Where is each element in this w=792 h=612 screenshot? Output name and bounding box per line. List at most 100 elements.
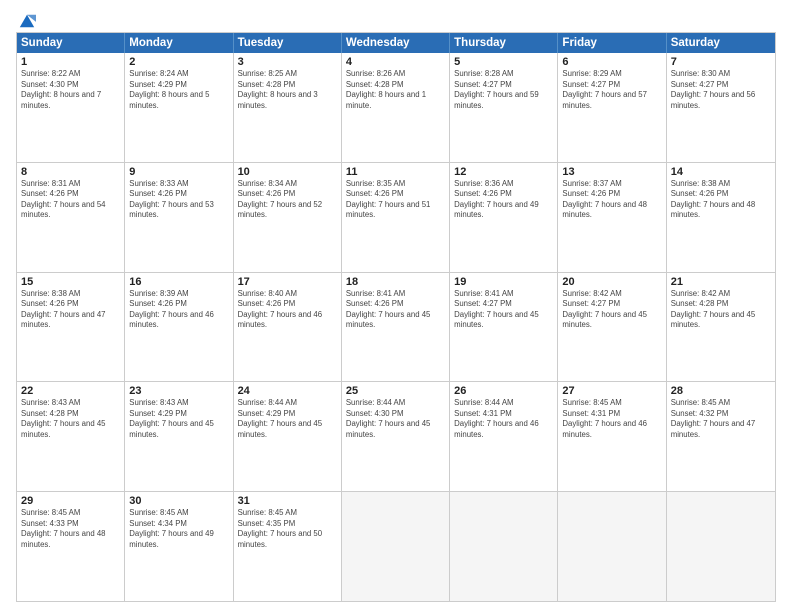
calendar-cell <box>558 492 666 601</box>
logo <box>16 12 36 26</box>
day-info: Sunrise: 8:38 AMSunset: 4:26 PMDaylight:… <box>671 179 771 221</box>
calendar-header: SundayMondayTuesdayWednesdayThursdayFrid… <box>17 33 775 53</box>
header-day-sunday: Sunday <box>17 33 125 53</box>
header-day-thursday: Thursday <box>450 33 558 53</box>
day-number: 31 <box>238 495 337 507</box>
day-number: 15 <box>21 276 120 288</box>
day-number: 22 <box>21 385 120 397</box>
day-info: Sunrise: 8:41 AMSunset: 4:27 PMDaylight:… <box>454 289 553 331</box>
calendar-cell: 28Sunrise: 8:45 AMSunset: 4:32 PMDayligh… <box>667 382 775 491</box>
day-number: 2 <box>129 56 228 68</box>
header-day-monday: Monday <box>125 33 233 53</box>
calendar-cell: 25Sunrise: 8:44 AMSunset: 4:30 PMDayligh… <box>342 382 450 491</box>
day-number: 16 <box>129 276 228 288</box>
calendar-row-2: 8Sunrise: 8:31 AMSunset: 4:26 PMDaylight… <box>17 163 775 273</box>
day-info: Sunrise: 8:24 AMSunset: 4:29 PMDaylight:… <box>129 69 228 111</box>
calendar-cell: 20Sunrise: 8:42 AMSunset: 4:27 PMDayligh… <box>558 273 666 382</box>
day-info: Sunrise: 8:39 AMSunset: 4:26 PMDaylight:… <box>129 289 228 331</box>
calendar-cell: 11Sunrise: 8:35 AMSunset: 4:26 PMDayligh… <box>342 163 450 272</box>
day-info: Sunrise: 8:42 AMSunset: 4:28 PMDaylight:… <box>671 289 771 331</box>
calendar-cell: 22Sunrise: 8:43 AMSunset: 4:28 PMDayligh… <box>17 382 125 491</box>
day-number: 17 <box>238 276 337 288</box>
calendar-cell: 23Sunrise: 8:43 AMSunset: 4:29 PMDayligh… <box>125 382 233 491</box>
calendar-cell: 15Sunrise: 8:38 AMSunset: 4:26 PMDayligh… <box>17 273 125 382</box>
calendar-row-4: 22Sunrise: 8:43 AMSunset: 4:28 PMDayligh… <box>17 382 775 492</box>
day-info: Sunrise: 8:36 AMSunset: 4:26 PMDaylight:… <box>454 179 553 221</box>
day-info: Sunrise: 8:44 AMSunset: 4:30 PMDaylight:… <box>346 398 445 440</box>
calendar-cell: 13Sunrise: 8:37 AMSunset: 4:26 PMDayligh… <box>558 163 666 272</box>
day-info: Sunrise: 8:31 AMSunset: 4:26 PMDaylight:… <box>21 179 120 221</box>
calendar-cell: 26Sunrise: 8:44 AMSunset: 4:31 PMDayligh… <box>450 382 558 491</box>
calendar-cell: 29Sunrise: 8:45 AMSunset: 4:33 PMDayligh… <box>17 492 125 601</box>
day-number: 19 <box>454 276 553 288</box>
calendar-cell: 31Sunrise: 8:45 AMSunset: 4:35 PMDayligh… <box>234 492 342 601</box>
calendar-cell: 10Sunrise: 8:34 AMSunset: 4:26 PMDayligh… <box>234 163 342 272</box>
day-info: Sunrise: 8:43 AMSunset: 4:28 PMDaylight:… <box>21 398 120 440</box>
header-day-wednesday: Wednesday <box>342 33 450 53</box>
day-info: Sunrise: 8:44 AMSunset: 4:29 PMDaylight:… <box>238 398 337 440</box>
calendar-body: 1Sunrise: 8:22 AMSunset: 4:30 PMDaylight… <box>17 53 775 601</box>
day-number: 27 <box>562 385 661 397</box>
day-number: 20 <box>562 276 661 288</box>
day-number: 21 <box>671 276 771 288</box>
calendar-cell: 14Sunrise: 8:38 AMSunset: 4:26 PMDayligh… <box>667 163 775 272</box>
calendar-cell: 17Sunrise: 8:40 AMSunset: 4:26 PMDayligh… <box>234 273 342 382</box>
day-info: Sunrise: 8:45 AMSunset: 4:34 PMDaylight:… <box>129 508 228 550</box>
day-info: Sunrise: 8:28 AMSunset: 4:27 PMDaylight:… <box>454 69 553 111</box>
calendar-row-5: 29Sunrise: 8:45 AMSunset: 4:33 PMDayligh… <box>17 492 775 601</box>
day-number: 30 <box>129 495 228 507</box>
day-number: 18 <box>346 276 445 288</box>
day-number: 25 <box>346 385 445 397</box>
day-info: Sunrise: 8:45 AMSunset: 4:35 PMDaylight:… <box>238 508 337 550</box>
day-number: 9 <box>129 166 228 178</box>
logo-icon <box>18 12 36 30</box>
day-info: Sunrise: 8:25 AMSunset: 4:28 PMDaylight:… <box>238 69 337 111</box>
day-number: 13 <box>562 166 661 178</box>
calendar-cell <box>450 492 558 601</box>
day-number: 29 <box>21 495 120 507</box>
calendar-cell <box>667 492 775 601</box>
day-info: Sunrise: 8:33 AMSunset: 4:26 PMDaylight:… <box>129 179 228 221</box>
calendar-row-3: 15Sunrise: 8:38 AMSunset: 4:26 PMDayligh… <box>17 273 775 383</box>
day-info: Sunrise: 8:45 AMSunset: 4:31 PMDaylight:… <box>562 398 661 440</box>
day-info: Sunrise: 8:40 AMSunset: 4:26 PMDaylight:… <box>238 289 337 331</box>
day-info: Sunrise: 8:29 AMSunset: 4:27 PMDaylight:… <box>562 69 661 111</box>
day-number: 6 <box>562 56 661 68</box>
calendar-cell: 8Sunrise: 8:31 AMSunset: 4:26 PMDaylight… <box>17 163 125 272</box>
day-number: 3 <box>238 56 337 68</box>
day-number: 12 <box>454 166 553 178</box>
day-info: Sunrise: 8:22 AMSunset: 4:30 PMDaylight:… <box>21 69 120 111</box>
calendar-cell: 30Sunrise: 8:45 AMSunset: 4:34 PMDayligh… <box>125 492 233 601</box>
day-info: Sunrise: 8:41 AMSunset: 4:26 PMDaylight:… <box>346 289 445 331</box>
calendar-cell: 5Sunrise: 8:28 AMSunset: 4:27 PMDaylight… <box>450 53 558 162</box>
day-number: 26 <box>454 385 553 397</box>
day-number: 7 <box>671 56 771 68</box>
page: SundayMondayTuesdayWednesdayThursdayFrid… <box>0 0 792 612</box>
day-info: Sunrise: 8:43 AMSunset: 4:29 PMDaylight:… <box>129 398 228 440</box>
header-day-saturday: Saturday <box>667 33 775 53</box>
day-info: Sunrise: 8:26 AMSunset: 4:28 PMDaylight:… <box>346 69 445 111</box>
header-day-tuesday: Tuesday <box>234 33 342 53</box>
day-info: Sunrise: 8:34 AMSunset: 4:26 PMDaylight:… <box>238 179 337 221</box>
day-info: Sunrise: 8:35 AMSunset: 4:26 PMDaylight:… <box>346 179 445 221</box>
day-number: 23 <box>129 385 228 397</box>
day-number: 10 <box>238 166 337 178</box>
day-number: 14 <box>671 166 771 178</box>
calendar-cell: 9Sunrise: 8:33 AMSunset: 4:26 PMDaylight… <box>125 163 233 272</box>
day-info: Sunrise: 8:45 AMSunset: 4:32 PMDaylight:… <box>671 398 771 440</box>
calendar-cell: 27Sunrise: 8:45 AMSunset: 4:31 PMDayligh… <box>558 382 666 491</box>
day-info: Sunrise: 8:37 AMSunset: 4:26 PMDaylight:… <box>562 179 661 221</box>
day-info: Sunrise: 8:38 AMSunset: 4:26 PMDaylight:… <box>21 289 120 331</box>
day-number: 4 <box>346 56 445 68</box>
calendar-cell: 16Sunrise: 8:39 AMSunset: 4:26 PMDayligh… <box>125 273 233 382</box>
calendar-cell: 6Sunrise: 8:29 AMSunset: 4:27 PMDaylight… <box>558 53 666 162</box>
header <box>16 12 776 26</box>
day-number: 28 <box>671 385 771 397</box>
calendar-cell: 4Sunrise: 8:26 AMSunset: 4:28 PMDaylight… <box>342 53 450 162</box>
calendar-cell: 21Sunrise: 8:42 AMSunset: 4:28 PMDayligh… <box>667 273 775 382</box>
calendar-cell <box>342 492 450 601</box>
calendar-cell: 24Sunrise: 8:44 AMSunset: 4:29 PMDayligh… <box>234 382 342 491</box>
day-number: 8 <box>21 166 120 178</box>
calendar-cell: 12Sunrise: 8:36 AMSunset: 4:26 PMDayligh… <box>450 163 558 272</box>
calendar-cell: 18Sunrise: 8:41 AMSunset: 4:26 PMDayligh… <box>342 273 450 382</box>
